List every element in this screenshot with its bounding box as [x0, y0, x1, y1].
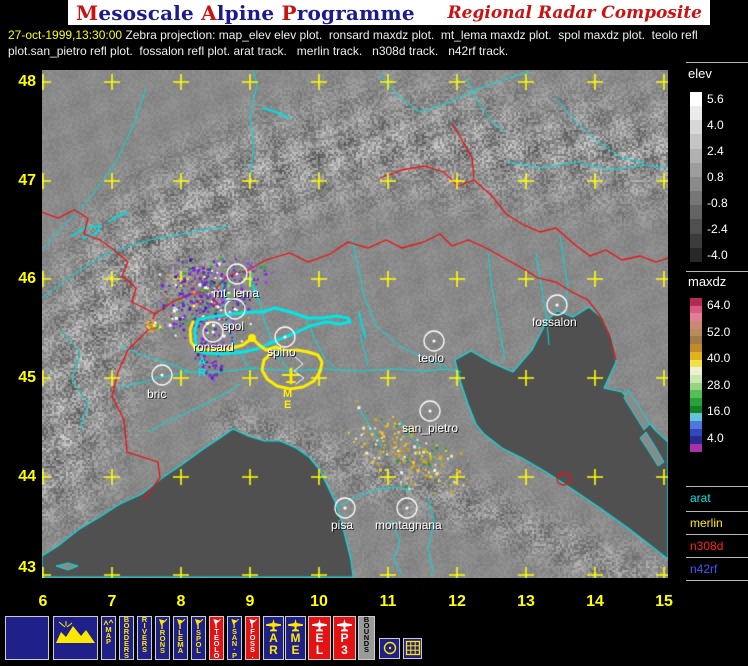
track-legend-label: merlin	[690, 516, 723, 530]
track-legend-n42rf: n42rf	[686, 557, 748, 581]
maxdz-tick-label: 28.0	[707, 377, 731, 392]
san-p-button[interactable]: S A N · P	[227, 616, 242, 660]
crosshair-icon	[383, 641, 396, 655]
topo-button[interactable]	[53, 616, 98, 660]
page-subtitle: Regional Radar Composite	[447, 2, 702, 23]
maxdz-legend-title: maxdz	[688, 274, 727, 289]
timestamp: 27-oct-1999,13:30:00	[8, 28, 123, 42]
lon-label-15: 15	[655, 593, 673, 610]
mountains-icon	[56, 621, 95, 643]
button-label: P3	[340, 631, 349, 657]
lat-label-43: 43	[18, 559, 36, 576]
status-line2: plot.san_pietro refl plot. fossalon refl…	[8, 44, 509, 58]
me-button[interactable]: ME	[285, 616, 306, 660]
lon-label-6: 6	[38, 593, 48, 610]
button-label: BORDERS	[123, 616, 130, 660]
maxdz-colorbar	[690, 298, 702, 452]
track-legend-label: arat	[690, 491, 711, 505]
foss-button[interactable]: FOSS.	[245, 616, 260, 660]
map-button[interactable]: MAP	[101, 616, 116, 660]
lat-label-47: 47	[18, 172, 36, 189]
button-label: SPOL	[195, 628, 202, 655]
lon-label-7: 7	[107, 593, 117, 610]
button-label: ME	[290, 631, 301, 657]
button-label: AR	[269, 631, 278, 657]
lat-label-48: 48	[18, 73, 36, 90]
teolo-button[interactable]: TEOLO	[209, 616, 224, 660]
button-label: S A N · P	[231, 627, 238, 660]
elev-tick-label: 4.0	[707, 118, 724, 132]
track-legend-merlin: merlin	[686, 511, 748, 535]
elev-tick-label: -4.0	[707, 248, 728, 262]
grid-icon	[405, 640, 420, 656]
track-legend-label: n42rf	[690, 562, 718, 576]
elev-tick-label: 5.6	[707, 92, 724, 106]
button-label: FOSS.	[249, 627, 256, 660]
lat-label-45: 45	[18, 369, 36, 386]
elev-colorbar	[690, 92, 702, 262]
lon-label-8: 8	[176, 593, 186, 610]
maxdz-tick-label: 52.0	[707, 324, 731, 339]
button-label: TEOLO	[213, 627, 220, 660]
ar-button[interactable]: AR	[263, 616, 284, 660]
elev-legend-title: elev	[688, 66, 712, 81]
elev-tick-label: -0.8	[707, 196, 728, 210]
toolbar: M A P B O R D E R S R I V E R S R O N S L E M A S P O L T E O L O S A N · P F O…	[0, 612, 748, 666]
page-title: Mesoscale Alpine Programme	[76, 0, 415, 25]
button-label: RONS	[159, 628, 166, 655]
lon-label-12: 12	[448, 593, 466, 610]
lon-label-11: 11	[379, 593, 397, 610]
rons-button[interactable]: RONS	[155, 616, 170, 660]
status-line1: Zebra projection: map_elev elev plot. ro…	[122, 28, 698, 42]
lon-label-13: 13	[517, 593, 535, 610]
el-button[interactable]: EL	[308, 616, 331, 660]
status-text: 27-oct-1999,13:30:00 Zebra projection: m…	[8, 27, 748, 59]
maxdz-tick-label: 40.0	[707, 351, 731, 366]
lon-label-9: 9	[245, 593, 255, 610]
lat-label-44: 44	[18, 468, 36, 485]
zebra-radar-app: { "header": { "title_words": [ {"cap":"M…	[0, 0, 748, 666]
spol-button[interactable]: SPOL	[191, 616, 206, 660]
rivers-button[interactable]: RIVERS	[137, 616, 152, 660]
maxdz-tick-label: 16.0	[707, 404, 731, 419]
title-bar: Mesoscale Alpine Programme Regional Rada…	[68, 0, 710, 25]
button-label: MAP	[105, 625, 112, 646]
recenter-button[interactable]	[379, 638, 400, 659]
divider	[686, 62, 748, 63]
elev-tick-label: 2.4	[707, 144, 724, 158]
button-label: LEMA	[177, 628, 184, 655]
divider	[686, 580, 748, 581]
elev-tick-label: 0.8	[707, 170, 724, 184]
track-legend-label: n308d	[690, 539, 724, 553]
button-label: RIVERS	[141, 616, 148, 654]
maxdz-tick-label: 64.0	[707, 298, 731, 312]
button-label: EL	[315, 631, 324, 657]
elev-tick-label: -2.4	[707, 222, 728, 236]
bounds-button[interactable]: BOUNDS	[358, 616, 375, 660]
divider	[686, 271, 748, 272]
borders-button[interactable]: BORDERS	[119, 616, 134, 660]
zebra-logo-button[interactable]	[5, 616, 49, 660]
p3-button[interactable]: P3	[333, 616, 356, 660]
maxdz-tick-label: 4.0	[707, 431, 724, 445]
track-legend-n308d: n308d	[686, 534, 748, 558]
lon-label-14: 14	[586, 593, 604, 610]
button-label: BOUNDS	[363, 616, 370, 654]
radar-map-canvas[interactable]	[42, 70, 668, 578]
lema-button[interactable]: LEMA	[173, 616, 188, 660]
grid-toggle-button[interactable]	[403, 638, 422, 659]
lon-label-10: 10	[310, 593, 328, 610]
track-legend-arat: arat	[686, 486, 748, 512]
lat-label-46: 46	[18, 270, 36, 287]
